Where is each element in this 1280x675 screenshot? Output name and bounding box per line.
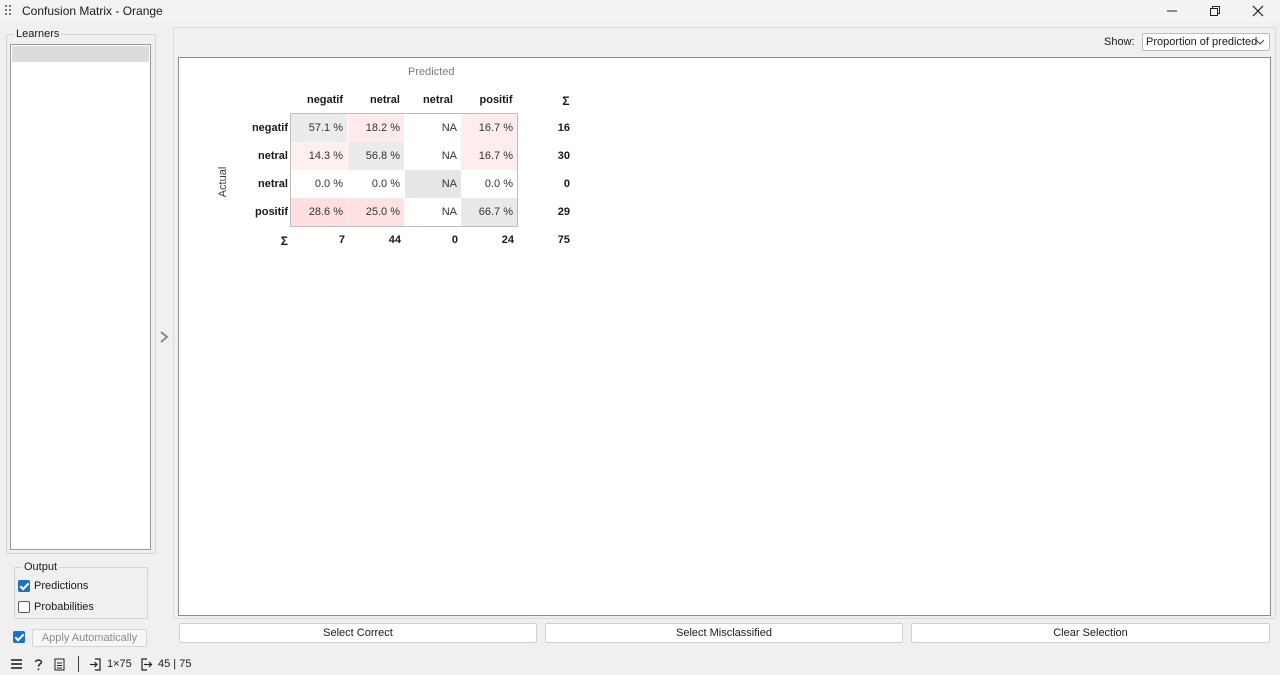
maximize-button[interactable] [1193, 0, 1237, 22]
apply-automatically-checkbox[interactable] [13, 631, 25, 643]
column-header: negatif [306, 94, 344, 106]
input-summary: 1×75 [107, 658, 132, 670]
matrix-cell[interactable]: NA [405, 170, 461, 198]
matrix-cell[interactable]: 25.0 % [348, 198, 404, 226]
input-icon [90, 658, 101, 671]
predictions-checkbox-row[interactable]: Predictions [18, 580, 88, 592]
grand-total: 75 [557, 234, 570, 246]
column-total: 7 [338, 234, 345, 246]
matrix-cell[interactable]: 18.2 % [348, 114, 404, 142]
row-total: 0 [563, 178, 570, 190]
row-sum-header: Σ [562, 94, 570, 108]
select-misclassified-button[interactable]: Select Misclassified [545, 623, 903, 643]
actual-axis-label: Actual [217, 166, 229, 198]
matrix-cell[interactable]: NA [405, 198, 461, 226]
column-total: 44 [388, 234, 401, 246]
apply-button[interactable]: Apply Automatically [32, 629, 147, 647]
column-header: positif [479, 94, 513, 106]
matrix-cell[interactable]: 56.8 % [348, 142, 404, 170]
window-title: Confusion Matrix - Orange [22, 4, 163, 18]
row-total: 30 [557, 150, 570, 162]
column-total: 0 [451, 234, 458, 246]
show-dropdown[interactable]: Proportion of predicted [1142, 33, 1270, 51]
matrix-cell[interactable]: 16.7 % [461, 142, 517, 170]
predictions-checkbox[interactable] [18, 580, 30, 592]
status-bar [0, 654, 1280, 675]
help-icon[interactable] [33, 658, 44, 671]
matrix-cell[interactable]: 57.1 % [291, 114, 347, 142]
matrix-cell[interactable]: 0.0 % [291, 170, 347, 198]
matrix-cell[interactable]: 66.7 % [461, 198, 517, 226]
predicted-axis-label: Predicted [408, 66, 455, 78]
probabilities-checkbox[interactable] [18, 601, 30, 613]
row-header: netral [258, 178, 288, 190]
matrix-cell[interactable]: NA [405, 114, 461, 142]
minimize-icon [1167, 10, 1177, 12]
orange-widget-icon [5, 5, 11, 15]
chevron-right-icon[interactable] [158, 330, 170, 344]
matrix-cell[interactable]: 16.7 % [461, 114, 517, 142]
row-total: 16 [557, 122, 570, 134]
show-label: Show: [1104, 36, 1135, 48]
row-header: negatif [251, 122, 288, 134]
minimize-button[interactable] [1150, 0, 1194, 22]
row-header: positif [255, 206, 288, 218]
status-divider [78, 656, 79, 672]
output-summary: 45 | 75 [158, 658, 192, 670]
matrix-cell[interactable]: NA [405, 142, 461, 170]
clear-selection-button[interactable]: Clear Selection [911, 623, 1270, 643]
report-icon[interactable] [54, 658, 65, 671]
close-button[interactable] [1236, 0, 1280, 22]
close-icon [1252, 5, 1264, 17]
row-total: 29 [557, 206, 570, 218]
predictions-label: Predictions [34, 580, 89, 592]
output-label: Output [22, 561, 60, 573]
column-header: netral [423, 94, 453, 106]
probabilities-checkbox-row[interactable]: Probabilities [18, 601, 94, 613]
chevron-down-icon [1255, 39, 1265, 45]
probabilities-label: Probabilities [34, 601, 94, 613]
matrix-cell[interactable]: 0.0 % [348, 170, 404, 198]
column-total: 24 [501, 234, 514, 246]
learners-label: Learners [14, 28, 62, 40]
matrix-cell[interactable]: 28.6 % [291, 198, 347, 226]
learners-list[interactable] [10, 44, 151, 550]
output-icon [141, 658, 153, 671]
show-selected-value: Proportion of predicted [1146, 36, 1258, 48]
menu-icon[interactable] [10, 658, 23, 670]
restore-icon [1210, 6, 1220, 16]
column-sum-header: Σ [280, 234, 288, 248]
matrix-cell[interactable]: 14.3 % [291, 142, 347, 170]
matrix-cell[interactable]: 0.0 % [461, 170, 517, 198]
title-bar: Confusion Matrix - Orange [0, 0, 1280, 22]
column-header: netral [370, 94, 400, 106]
matrix-grid: 57.1 % 18.2 % NA 16.7 % 14.3 % 56.8 % NA 16.7 %… [290, 113, 518, 227]
learners-list-item[interactable] [12, 46, 149, 62]
row-header: netral [258, 150, 288, 162]
select-correct-button[interactable]: Select Correct [179, 623, 537, 643]
